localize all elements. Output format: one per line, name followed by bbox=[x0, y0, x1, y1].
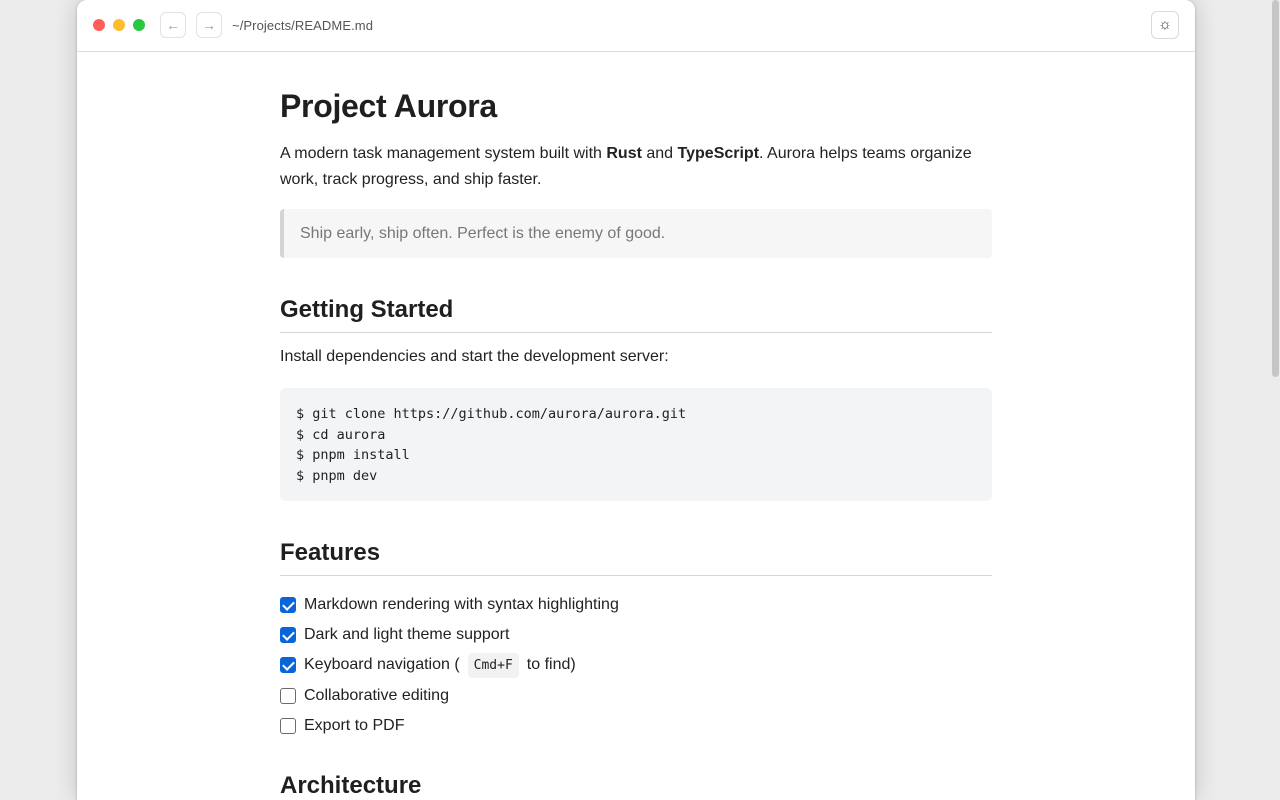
task-label: Export to PDF bbox=[304, 717, 405, 734]
code-line: $ pnpm dev bbox=[296, 467, 378, 484]
close-window-button[interactable] bbox=[93, 19, 105, 31]
scrollbar-thumb[interactable] bbox=[1272, 0, 1279, 377]
install-text: Install dependencies and start the devel… bbox=[280, 348, 669, 365]
heading-architecture: Architecture bbox=[280, 772, 422, 799]
file-path: ~/Projects/README.md bbox=[232, 18, 374, 33]
forward-button[interactable]: → bbox=[196, 12, 222, 38]
task-checkbox-checked[interactable] bbox=[280, 597, 296, 613]
task-item: Export to PDF bbox=[280, 712, 619, 740]
theme-toggle-button[interactable]: ☼ bbox=[1151, 11, 1179, 39]
feature-task-list: Markdown rendering with syntax highlight… bbox=[280, 590, 619, 740]
app-window: ← → ~/Projects/README.md ☼ Project Auror… bbox=[77, 0, 1195, 800]
heading-getting-started: Getting Started bbox=[280, 296, 992, 333]
blockquote: Ship early, ship often. Perfect is the e… bbox=[280, 209, 992, 258]
intro-paragraph: A modern task management system built wi… bbox=[280, 141, 992, 193]
intro-bold-typescript: TypeScript bbox=[677, 145, 760, 162]
scrollbar[interactable] bbox=[1270, 0, 1280, 800]
task-label: Dark and light theme support bbox=[304, 626, 510, 643]
task-item: Markdown rendering with syntax highlight… bbox=[280, 590, 619, 620]
task-label: to find) bbox=[526, 656, 576, 673]
task-label: Markdown rendering with syntax highlight… bbox=[304, 596, 619, 613]
task-label: Keyboard navigation ( bbox=[304, 656, 460, 673]
task-label: Collaborative editing bbox=[304, 687, 449, 704]
task-checkbox-unchecked[interactable] bbox=[280, 688, 296, 704]
minimize-window-button[interactable] bbox=[113, 19, 125, 31]
zoom-window-button[interactable] bbox=[133, 19, 145, 31]
intro-text: A modern task management system built wi… bbox=[280, 145, 607, 162]
code-line: $ git clone https://github.com/aurora/au… bbox=[296, 406, 687, 422]
heading-features: Features bbox=[280, 539, 992, 576]
back-button[interactable]: ← bbox=[160, 12, 186, 38]
code-line: $ cd aurora bbox=[296, 426, 386, 443]
task-item: Dark and light theme support bbox=[280, 620, 619, 650]
task-checkbox-checked[interactable] bbox=[280, 627, 296, 643]
code-block[interactable]: $ git clone https://github.com/aurora/au… bbox=[280, 388, 992, 501]
inline-code: Cmd+F bbox=[467, 652, 519, 678]
task-checkbox-unchecked[interactable] bbox=[280, 718, 296, 734]
task-checkbox-checked[interactable] bbox=[280, 657, 296, 673]
arrow-right-icon: → bbox=[202, 17, 216, 33]
task-item: Keyboard navigation ( Cmd+F to find) bbox=[280, 650, 619, 680]
task-item: Collaborative editing bbox=[280, 680, 619, 712]
page-title: Project Aurora bbox=[280, 88, 497, 124]
code-line: $ pnpm install bbox=[296, 447, 410, 463]
sun-icon: ☼ bbox=[1158, 16, 1172, 33]
arrow-left-icon: ← bbox=[166, 17, 180, 33]
intro-text: and bbox=[641, 145, 678, 162]
intro-bold-rust: Rust bbox=[606, 145, 642, 162]
titlebar: ← → ~/Projects/README.md ☼ bbox=[77, 0, 1195, 52]
